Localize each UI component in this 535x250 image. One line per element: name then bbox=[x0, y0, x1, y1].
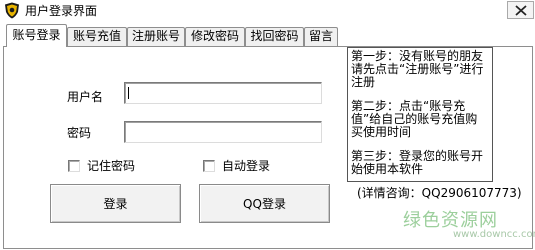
remember-password-option[interactable]: 记住密码 bbox=[68, 157, 135, 174]
instructions-box: 第一步：没有账号的朋友请先点击“注册账号”进行注册 第二步：点击“账号充值”给自… bbox=[347, 47, 522, 200]
instruction-step-3: 第三步：登录您的账号开始使用本软件 bbox=[351, 149, 484, 176]
window-title: 用户登录界面 bbox=[25, 4, 98, 18]
tab-recover-password[interactable]: 找回密码 bbox=[245, 27, 304, 46]
password-label: 密码 bbox=[67, 126, 92, 140]
watermark-url: www.downcc.com bbox=[453, 229, 535, 240]
close-icon bbox=[515, 5, 527, 16]
password-input[interactable] bbox=[124, 121, 322, 143]
remember-password-checkbox[interactable] bbox=[68, 159, 80, 172]
username-label: 用户名 bbox=[67, 90, 104, 104]
tab-message[interactable]: 留言 bbox=[304, 27, 338, 46]
tab-account-login[interactable]: 账号登录 bbox=[6, 24, 67, 47]
text-caret bbox=[128, 87, 129, 99]
remember-password-label: 记住密码 bbox=[87, 159, 136, 173]
contact-info: (详情咨询：QQ2906107773) bbox=[357, 186, 522, 200]
instruction-step-1: 第一步：没有账号的朋友请先点击“注册账号”进行注册 bbox=[351, 49, 484, 89]
tab-change-password[interactable]: 修改密码 bbox=[185, 27, 245, 46]
qq-login-button[interactable]: QQ登录 bbox=[199, 184, 330, 223]
site-watermark: 绿色资源网 www.downcc.com bbox=[403, 206, 535, 246]
auto-login-option[interactable]: 自动登录 bbox=[203, 157, 270, 174]
tab-account-recharge[interactable]: 账号充值 bbox=[67, 27, 127, 46]
username-input[interactable] bbox=[124, 82, 322, 104]
title-bar: 用户登录界面 bbox=[0, 0, 535, 22]
login-button[interactable]: 登录 bbox=[50, 184, 181, 223]
shield-badge-icon bbox=[4, 2, 20, 19]
close-button[interactable] bbox=[507, 1, 534, 19]
tab-register-account[interactable]: 注册账号 bbox=[127, 27, 185, 46]
login-window: 用户登录界面 账号登录 账号充值 注册账号 修改密码 找回密码 留言 用户名 密… bbox=[0, 0, 535, 250]
auto-login-checkbox[interactable] bbox=[203, 159, 215, 172]
auto-login-label: 自动登录 bbox=[222, 159, 271, 173]
instruction-step-2: 第二步：点击“账号充值”给自己的账号充值购买使用时间 bbox=[351, 99, 478, 139]
